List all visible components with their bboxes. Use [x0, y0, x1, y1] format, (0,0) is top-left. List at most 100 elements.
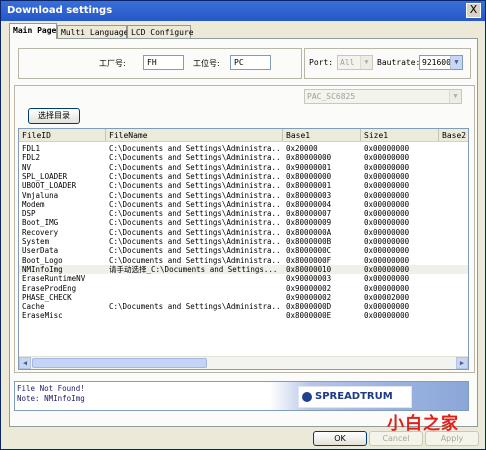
- column-header-base1[interactable]: Base1: [283, 129, 361, 141]
- size1-cell: 0x00002000: [364, 292, 410, 302]
- filename-cell: C:\Documents and Settings\Administra...: [109, 190, 281, 200]
- table-row[interactable]: NMInfoImg 请手动选择_C:\Documents and Settings…: [19, 264, 468, 275]
- status-line-1: File Not Found!: [17, 384, 85, 393]
- tab-lcd-configure[interactable]: LCD Configure: [127, 25, 194, 39]
- horizontal-scrollbar[interactable]: ◀ ▶: [19, 356, 468, 369]
- spreadtrum-banner: SPREADTRUM: [270, 382, 468, 410]
- close-button[interactable]: X: [466, 3, 481, 18]
- table-row[interactable]: Boot_IMG C:\Documents and Settings\Admini…: [19, 218, 468, 227]
- product-select-value: PAC_SC6825: [307, 92, 356, 101]
- table-row[interactable]: FDL2 C:\Documents and Settings\Administra…: [19, 153, 468, 162]
- size1-cell: 0x00000000: [364, 171, 410, 181]
- fileid-cell: FDL1: [22, 144, 41, 153]
- filename-cell: C:\Documents and Settings\Administra...: [109, 199, 281, 209]
- table-row[interactable]: FDL1 C:\Documents and Settings\Administra…: [19, 144, 468, 153]
- base1-cell: 0x80000004: [286, 199, 332, 209]
- station-number-input[interactable]: PC: [230, 55, 271, 70]
- file-list-header: FileID FileName Base1 Size1 Base2: [19, 129, 468, 142]
- tab-main-page[interactable]: Main Page: [9, 23, 57, 39]
- base1-cell: 0x8000000A: [286, 227, 332, 237]
- column-header-filename[interactable]: FileName: [106, 129, 283, 141]
- base1-cell: 0x90000003: [286, 274, 332, 284]
- table-row[interactable]: Boot_Logo C:\Documents and Settings\Admin…: [19, 256, 468, 265]
- column-header-size1[interactable]: Size1: [361, 129, 439, 141]
- size1-cell: 0x00000000: [364, 227, 410, 237]
- filename-cell: 请手动选择_C:\Documents and Settings...: [109, 264, 278, 274]
- fileid-cell: DSP: [22, 209, 36, 219]
- chevron-down-icon: ▼: [449, 90, 461, 103]
- fileid-cell: System: [22, 237, 50, 246]
- base1-cell: 0x90000002: [286, 283, 332, 293]
- size1-cell: 0x00000000: [364, 144, 410, 153]
- size1-cell: 0x00000000: [364, 190, 410, 200]
- table-row[interactable]: EraseProdEng 0x90000002 0x00000000: [19, 284, 468, 293]
- spreadtrum-logo-text: SPREADTRUM: [315, 391, 393, 402]
- chevron-down-icon: ▼: [450, 56, 462, 69]
- watermark: 小白之家: [387, 414, 459, 434]
- factory-group: 工厂号: FH 工位号: PC: [18, 48, 302, 79]
- size1-cell: 0x00000000: [364, 302, 410, 312]
- baudrate-label: Bautrate:: [377, 58, 421, 67]
- filename-cell: C:\Documents and Settings\Administra...: [109, 181, 281, 191]
- filename-cell: C:\Documents and Settings\Administra...: [109, 255, 281, 265]
- base1-cell: 0x8000000F: [286, 255, 332, 265]
- table-row[interactable]: Cache C:\Documents and Settings\Administr…: [19, 302, 468, 311]
- baudrate-select[interactable]: 921600 ▼: [419, 55, 463, 70]
- size1-cell: 0x00000000: [364, 218, 410, 228]
- table-row[interactable]: System C:\Documents and Settings\Administ…: [19, 237, 468, 246]
- filename-cell: C:\Documents and Settings\Administra...: [109, 246, 281, 256]
- scrollbar-thumb[interactable]: [32, 358, 207, 368]
- spreadtrum-logo: SPREADTRUM: [298, 386, 412, 408]
- port-select[interactable]: All ▼: [337, 55, 373, 70]
- filename-cell: C:\Documents and Settings\Administra...: [109, 162, 281, 172]
- base1-cell: 0x80000000: [286, 153, 332, 163]
- file-list[interactable]: FileID FileName Base1 Size1 Base2 FDL1 C:…: [18, 128, 469, 370]
- size1-cell: 0x00000000: [364, 181, 410, 191]
- fileid-cell: Boot_Logo: [22, 255, 63, 265]
- window-title: Download settings: [7, 5, 113, 16]
- base1-cell: 0x80000009: [286, 218, 332, 228]
- fileid-cell: NMInfoImg: [22, 264, 63, 274]
- table-row[interactable]: UBOOT_LOADER C:\Documents and Settings\Ad…: [19, 181, 468, 190]
- fileid-cell: EraseRuntimeNV: [22, 274, 86, 284]
- fileid-cell: Recovery: [22, 227, 59, 237]
- column-header-fileid[interactable]: FileID: [19, 129, 106, 141]
- size1-cell: 0x00000000: [364, 153, 410, 163]
- ok-button[interactable]: OK: [313, 431, 367, 446]
- fileid-cell: Cache: [22, 302, 45, 312]
- base1-cell: 0x8000000E: [286, 311, 332, 321]
- table-row[interactable]: DSP C:\Documents and Settings\Administra.…: [19, 209, 468, 218]
- base1-cell: 0x80000001: [286, 181, 332, 191]
- scroll-right-icon[interactable]: ▶: [456, 357, 468, 369]
- port-select-value: All: [340, 58, 355, 67]
- fileid-cell: EraseProdEng: [22, 283, 77, 293]
- size1-cell: 0x00000000: [364, 246, 410, 256]
- table-row[interactable]: EraseMisc 0x8000000E 0x00000000: [19, 311, 468, 320]
- filename-cell: C:\Documents and Settings\Administra...: [109, 153, 281, 163]
- select-directory-button[interactable]: 选择目录: [28, 108, 80, 124]
- fileid-cell: PHASE_CHECK: [22, 292, 72, 302]
- port-label: Port:: [309, 58, 334, 67]
- table-row[interactable]: NV C:\Documents and Settings\Administra..…: [19, 163, 468, 172]
- table-row[interactable]: PHASE_CHECK 0x90000002 0x00002000: [19, 293, 468, 302]
- size1-cell: 0x00000000: [364, 264, 410, 274]
- base1-cell: 0x8000000D: [286, 302, 332, 312]
- filename-cell: C:\Documents and Settings\Administra...: [109, 171, 281, 181]
- base1-cell: 0x80000010: [286, 264, 332, 274]
- port-group: Port: All ▼ Bautrate: 921600 ▼: [304, 48, 471, 79]
- table-row[interactable]: Modem C:\Documents and Settings\Administr…: [19, 200, 468, 209]
- column-header-base2[interactable]: Base2: [439, 129, 468, 141]
- table-row[interactable]: EraseRuntimeNV 0x90000003 0x00000000: [19, 274, 468, 283]
- chevron-down-icon: ▼: [360, 56, 372, 69]
- size1-cell: 0x00000000: [364, 283, 410, 293]
- factory-number-input[interactable]: FH: [143, 55, 184, 70]
- download-settings-window: Download settings X Main Page Multi Lang…: [0, 0, 486, 450]
- filename-cell: C:\Documents and Settings\Administra...: [109, 144, 281, 153]
- scroll-left-icon[interactable]: ◀: [19, 357, 31, 369]
- table-row[interactable]: UserData C:\Documents and Settings\Admini…: [19, 246, 468, 255]
- table-row[interactable]: SPL_LOADER C:\Documents and Settings\Admi…: [19, 172, 468, 181]
- table-row[interactable]: Recovery C:\Documents and Settings\Admini…: [19, 228, 468, 237]
- table-row[interactable]: Vmjaluna C:\Documents and Settings\Admini…: [19, 191, 468, 200]
- product-select[interactable]: PAC_SC6825 ▼: [304, 89, 462, 104]
- tab-multi-languages[interactable]: Multi Languages: [57, 25, 133, 39]
